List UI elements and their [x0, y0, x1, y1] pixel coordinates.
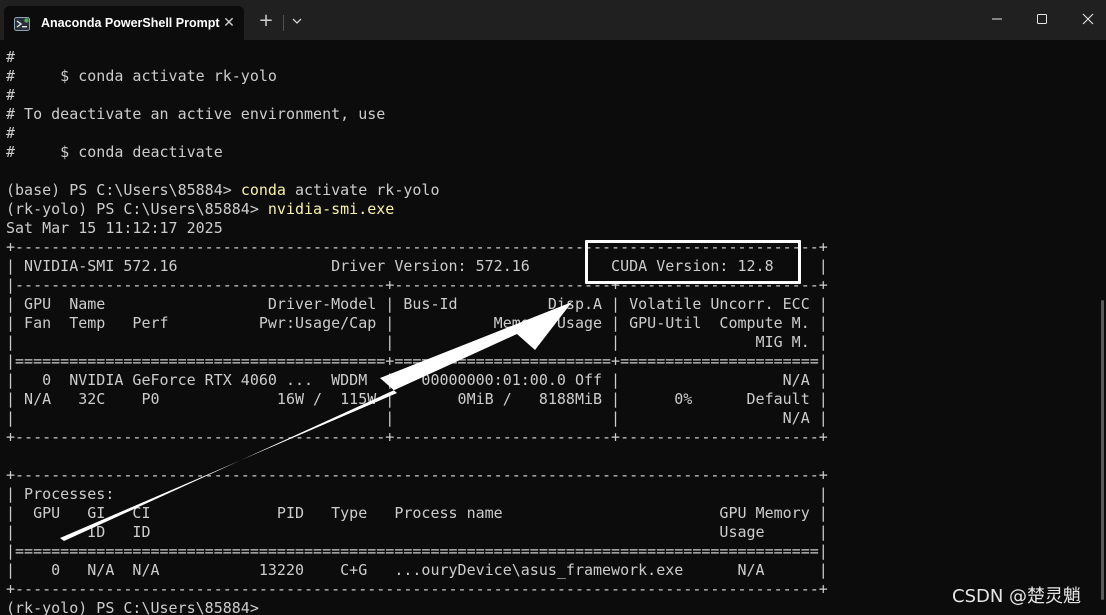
terminal-line: +---------------------------------------…	[6, 238, 828, 256]
terminal-line: +---------------------------------------…	[6, 580, 828, 598]
terminal-line: # $ conda activate rk-yolo	[6, 67, 277, 85]
terminal-line: # $ conda deactivate	[6, 143, 223, 161]
terminal-line: | Processes: |	[6, 485, 828, 503]
minimize-icon[interactable]	[986, 8, 1008, 30]
terminal-line: +---------------------------------------…	[6, 428, 828, 446]
terminal-line: | | | MIG M. |	[6, 333, 828, 351]
title-bar: Anaconda PowerShell Prompt ✕ +	[0, 0, 1106, 40]
shell-prompt: (base) PS C:\Users\85884>	[6, 181, 241, 199]
terminal-line: (rk-yolo) PS C:\Users\85884> nvidia-smi.…	[6, 200, 1106, 219]
command-name: nvidia-smi.exe	[267, 200, 395, 218]
powershell-icon	[14, 16, 30, 31]
terminal-line: | ID ID Usage |	[6, 523, 828, 541]
shell-prompt: (rk-yolo) PS C:\Users\85884>	[6, 200, 268, 218]
terminal-output[interactable]: # # $ conda activate rk-yolo # # To deactiv…	[6, 48, 1106, 615]
terminal-line: | Fan Temp Perf Pwr:Usage/Cap | Memory-U…	[6, 314, 828, 332]
chevron-down-icon[interactable]	[289, 13, 305, 29]
terminal-line: Sat Mar 15 11:12:17 2025	[6, 219, 223, 237]
command-name: conda	[240, 181, 286, 199]
terminal-line: | N/A 32C P0 16W / 115W | 0MiB / 8188MiB…	[6, 390, 828, 408]
terminal-line: | 0 NVIDIA GeForce RTX 4060 ... WDDM | 0…	[6, 371, 828, 389]
new-tab-button[interactable]: +	[256, 12, 276, 32]
terminal-line: (rk-yolo) PS C:\Users\85884>	[6, 599, 1106, 615]
cuda-version-highlight-box	[585, 240, 801, 284]
terminal-line: | NVIDIA-SMI 572.16 Driver Version: 572.…	[6, 257, 828, 275]
terminal-line: |=======================================…	[6, 542, 828, 560]
shell-prompt: (rk-yolo) PS C:\Users\85884>	[6, 599, 259, 615]
terminal-window: Anaconda PowerShell Prompt ✕ + # # $ con…	[0, 0, 1106, 615]
terminal-line: #	[6, 86, 16, 104]
terminal-line: #	[6, 124, 16, 142]
tab-title: Anaconda PowerShell Prompt	[41, 16, 220, 30]
watermark: CSDN @楚灵魈	[952, 586, 1082, 607]
terminal-line: | | | N/A |	[6, 409, 828, 427]
terminal-line: +---------------------------------------…	[6, 466, 828, 484]
terminal-line: # To deactivate an active environment, u…	[6, 105, 386, 123]
tab-separator	[283, 15, 284, 31]
command-args: activate rk-yolo	[285, 181, 440, 199]
close-tab-icon[interactable]: ✕	[220, 14, 238, 32]
terminal-line: (base) PS C:\Users\85884> conda activate…	[6, 181, 1106, 200]
terminal-line: |=======================================…	[6, 352, 828, 370]
tab-anaconda-powershell[interactable]: Anaconda PowerShell Prompt ✕	[4, 6, 244, 40]
terminal-line: #	[6, 48, 16, 66]
scrollbar[interactable]	[1101, 300, 1104, 600]
terminal-line: |---------------------------------------…	[6, 276, 828, 294]
terminal-line: | GPU GI CI PID Type Process name GPU Me…	[6, 504, 828, 522]
close-icon[interactable]	[1077, 8, 1099, 30]
terminal-line: | GPU Name Driver-Model | Bus-Id Disp.A …	[6, 295, 828, 313]
terminal-line: | 0 N/A N/A 13220 C+G ...ouryDevice\asus…	[6, 561, 828, 579]
maximize-icon[interactable]	[1031, 8, 1053, 30]
